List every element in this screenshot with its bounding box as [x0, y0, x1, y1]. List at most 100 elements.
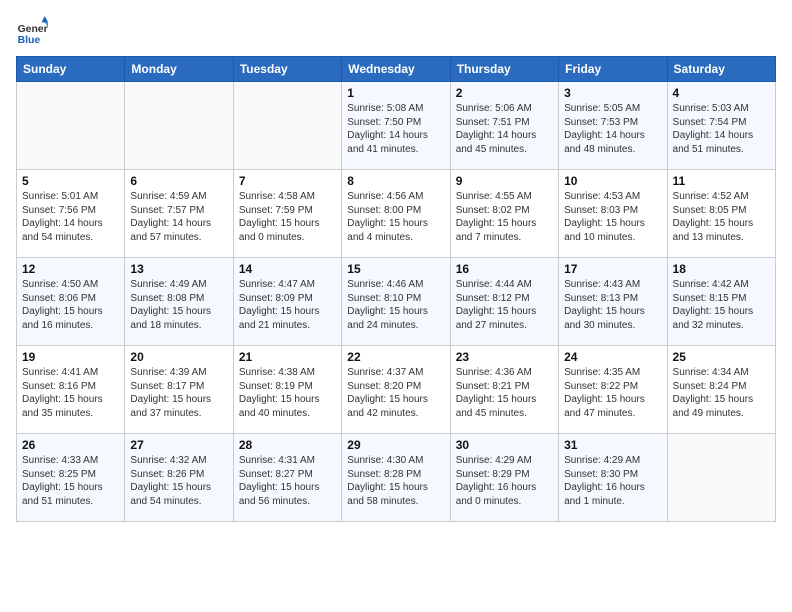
calendar-cell: 7Sunrise: 4:58 AM Sunset: 7:59 PM Daylig… — [233, 170, 341, 258]
day-number: 23 — [456, 350, 553, 364]
calendar-cell: 16 Sunrise: 4:44 AM Sunset: 8:12 PM Dayli… — [450, 258, 558, 346]
day-info: Sunrise: 4:37 AM Sunset: 8:20 PM Dayligh… — [347, 366, 444, 420]
calendar-cell: 20Sunrise: 4:39 AM Sunset: 8:17 PM Dayli… — [125, 346, 233, 434]
calendar-cell: 15 Sunrise: 4:46 AM Sunset: 8:10 PM Dayli… — [342, 258, 450, 346]
day-info: Sunrise: 4:58 AM Sunset: 7:59 PM Dayligh… — [239, 190, 336, 244]
day-number: 8 — [347, 174, 444, 188]
day-number: 19 — [22, 350, 119, 364]
day-info: Sunrise: 5:08 AM Sunset: 7:50 PM Dayligh… — [347, 102, 444, 156]
calendar-cell: 18 Sunrise: 4:42 AM Sunset: 8:15 PM Dayli… — [667, 258, 775, 346]
week-row-5: 26 Sunrise: 4:33 AM Sunset: 8:25 PM Dayli… — [17, 434, 776, 522]
day-number: 10 — [564, 174, 661, 188]
day-number: 28 — [239, 438, 336, 452]
day-number: 17 — [564, 262, 661, 276]
calendar-cell: 28 Sunrise: 4:31 AM Sunset: 8:27 PM Dayli… — [233, 434, 341, 522]
calendar-cell: 14 Sunrise: 4:47 AM Sunset: 8:09 PM Dayli… — [233, 258, 341, 346]
day-number: 15 — [347, 262, 444, 276]
day-number: 18 — [673, 262, 770, 276]
day-info: Sunrise: 5:01 AM Sunset: 7:56 PM Dayligh… — [22, 190, 119, 244]
page-header: General Blue — [16, 16, 776, 48]
calendar-cell: 22Sunrise: 4:37 AM Sunset: 8:20 PM Dayli… — [342, 346, 450, 434]
calendar-cell: 23 Sunrise: 4:36 AM Sunset: 8:21 PM Dayli… — [450, 346, 558, 434]
day-info: Sunrise: 4:47 AM Sunset: 8:09 PM Dayligh… — [239, 278, 336, 332]
calendar-cell: 31 Sunrise: 4:29 AM Sunset: 8:30 PM Dayli… — [559, 434, 667, 522]
day-info: Sunrise: 4:49 AM Sunset: 8:08 PM Dayligh… — [130, 278, 227, 332]
calendar-cell — [17, 82, 125, 170]
week-row-4: 19 Sunrise: 4:41 AM Sunset: 8:16 PM Dayli… — [17, 346, 776, 434]
svg-text:General: General — [18, 24, 48, 35]
day-info: Sunrise: 4:36 AM Sunset: 8:21 PM Dayligh… — [456, 366, 553, 420]
day-number: 2 — [456, 86, 553, 100]
weekday-header-saturday: Saturday — [667, 57, 775, 82]
weekday-header-thursday: Thursday — [450, 57, 558, 82]
day-info: Sunrise: 4:32 AM Sunset: 8:26 PM Dayligh… — [130, 454, 227, 508]
day-info: Sunrise: 4:42 AM Sunset: 8:15 PM Dayligh… — [673, 278, 770, 332]
weekday-header-tuesday: Tuesday — [233, 57, 341, 82]
calendar-cell: 1 Sunrise: 5:08 AM Sunset: 7:50 PM Daylig… — [342, 82, 450, 170]
calendar-cell: 21 Sunrise: 4:38 AM Sunset: 8:19 PM Dayli… — [233, 346, 341, 434]
day-number: 13 — [130, 262, 227, 276]
calendar-cell — [125, 82, 233, 170]
day-number: 29 — [347, 438, 444, 452]
day-number: 21 — [239, 350, 336, 364]
day-number: 24 — [564, 350, 661, 364]
calendar-cell: 4 Sunrise: 5:03 AM Sunset: 7:54 PM Daylig… — [667, 82, 775, 170]
day-info: Sunrise: 4:29 AM Sunset: 8:29 PM Dayligh… — [456, 454, 553, 508]
calendar-cell: 25 Sunrise: 4:34 AM Sunset: 8:24 PM Dayli… — [667, 346, 775, 434]
day-info: Sunrise: 4:30 AM Sunset: 8:28 PM Dayligh… — [347, 454, 444, 508]
day-number: 4 — [673, 86, 770, 100]
day-info: Sunrise: 5:05 AM Sunset: 7:53 PM Dayligh… — [564, 102, 661, 156]
day-number: 3 — [564, 86, 661, 100]
week-row-3: 12 Sunrise: 4:50 AM Sunset: 8:06 PM Dayli… — [17, 258, 776, 346]
calendar-cell: 3 Sunrise: 5:05 AM Sunset: 7:53 PM Daylig… — [559, 82, 667, 170]
day-info: Sunrise: 4:38 AM Sunset: 8:19 PM Dayligh… — [239, 366, 336, 420]
day-info: Sunrise: 4:50 AM Sunset: 8:06 PM Dayligh… — [22, 278, 119, 332]
day-number: 9 — [456, 174, 553, 188]
calendar-cell: 11Sunrise: 4:52 AM Sunset: 8:05 PM Dayli… — [667, 170, 775, 258]
day-info: Sunrise: 4:29 AM Sunset: 8:30 PM Dayligh… — [564, 454, 661, 508]
day-info: Sunrise: 4:34 AM Sunset: 8:24 PM Dayligh… — [673, 366, 770, 420]
day-info: Sunrise: 4:53 AM Sunset: 8:03 PM Dayligh… — [564, 190, 661, 244]
calendar-cell: 26 Sunrise: 4:33 AM Sunset: 8:25 PM Dayli… — [17, 434, 125, 522]
weekday-header-wednesday: Wednesday — [342, 57, 450, 82]
calendar-cell: 24 Sunrise: 4:35 AM Sunset: 8:22 PM Dayli… — [559, 346, 667, 434]
calendar-cell: 29 Sunrise: 4:30 AM Sunset: 8:28 PM Dayli… — [342, 434, 450, 522]
svg-text:Blue: Blue — [18, 35, 41, 46]
day-number: 20 — [130, 350, 227, 364]
weekday-header-sunday: Sunday — [17, 57, 125, 82]
day-info: Sunrise: 4:43 AM Sunset: 8:13 PM Dayligh… — [564, 278, 661, 332]
day-number: 14 — [239, 262, 336, 276]
day-info: Sunrise: 4:44 AM Sunset: 8:12 PM Dayligh… — [456, 278, 553, 332]
day-info: Sunrise: 4:55 AM Sunset: 8:02 PM Dayligh… — [456, 190, 553, 244]
calendar-cell: 5 Sunrise: 5:01 AM Sunset: 7:56 PM Daylig… — [17, 170, 125, 258]
weekday-header-monday: Monday — [125, 57, 233, 82]
day-number: 12 — [22, 262, 119, 276]
day-number: 11 — [673, 174, 770, 188]
day-number: 5 — [22, 174, 119, 188]
week-row-2: 5 Sunrise: 5:01 AM Sunset: 7:56 PM Daylig… — [17, 170, 776, 258]
day-number: 16 — [456, 262, 553, 276]
weekday-header-friday: Friday — [559, 57, 667, 82]
logo-icon: General Blue — [16, 16, 48, 48]
calendar-cell: 2 Sunrise: 5:06 AM Sunset: 7:51 PM Daylig… — [450, 82, 558, 170]
day-number: 31 — [564, 438, 661, 452]
day-number: 25 — [673, 350, 770, 364]
day-number: 6 — [130, 174, 227, 188]
calendar-cell: 17 Sunrise: 4:43 AM Sunset: 8:13 PM Dayli… — [559, 258, 667, 346]
calendar-cell: 27Sunrise: 4:32 AM Sunset: 8:26 PM Dayli… — [125, 434, 233, 522]
day-number: 30 — [456, 438, 553, 452]
day-number: 1 — [347, 86, 444, 100]
day-info: Sunrise: 4:46 AM Sunset: 8:10 PM Dayligh… — [347, 278, 444, 332]
day-number: 26 — [22, 438, 119, 452]
day-info: Sunrise: 5:06 AM Sunset: 7:51 PM Dayligh… — [456, 102, 553, 156]
day-info: Sunrise: 4:33 AM Sunset: 8:25 PM Dayligh… — [22, 454, 119, 508]
day-info: Sunrise: 4:31 AM Sunset: 8:27 PM Dayligh… — [239, 454, 336, 508]
day-info: Sunrise: 4:41 AM Sunset: 8:16 PM Dayligh… — [22, 366, 119, 420]
day-info: Sunrise: 4:59 AM Sunset: 7:57 PM Dayligh… — [130, 190, 227, 244]
calendar-cell: 30 Sunrise: 4:29 AM Sunset: 8:29 PM Dayli… — [450, 434, 558, 522]
calendar-cell: 9 Sunrise: 4:55 AM Sunset: 8:02 PM Daylig… — [450, 170, 558, 258]
day-info: Sunrise: 5:03 AM Sunset: 7:54 PM Dayligh… — [673, 102, 770, 156]
calendar-cell: 6 Sunrise: 4:59 AM Sunset: 7:57 PM Daylig… — [125, 170, 233, 258]
calendar-cell — [667, 434, 775, 522]
day-info: Sunrise: 4:35 AM Sunset: 8:22 PM Dayligh… — [564, 366, 661, 420]
